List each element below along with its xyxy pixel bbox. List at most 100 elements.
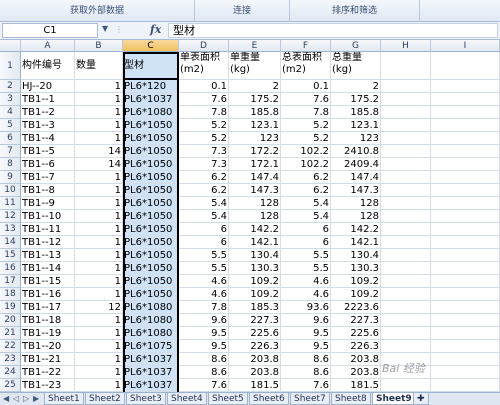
table-cell[interactable]: 6.2 xyxy=(179,171,229,184)
column-header-g[interactable]: G xyxy=(331,40,381,52)
insert-function-icon[interactable]: fx xyxy=(150,23,161,36)
header-cell[interactable]: 单表面积 (m2) xyxy=(179,52,229,80)
table-cell[interactable] xyxy=(381,93,431,106)
table-cell[interactable]: 7.3 xyxy=(179,158,229,171)
table-cell[interactable]: 12 xyxy=(75,301,123,314)
table-cell[interactable]: PL6*1075 xyxy=(123,340,179,353)
table-cell[interactable]: 6 xyxy=(281,236,331,249)
row-header-23[interactable]: 23 xyxy=(0,353,21,366)
table-cell[interactable]: 9.5 xyxy=(281,340,331,353)
first-sheet-nav-icon[interactable]: ◀ xyxy=(3,394,9,403)
table-cell[interactable] xyxy=(431,249,500,262)
table-cell[interactable] xyxy=(381,379,431,392)
select-all-corner[interactable] xyxy=(0,40,21,52)
table-cell[interactable]: 1 xyxy=(75,262,123,275)
row-header-12[interactable]: 12 xyxy=(0,210,21,223)
table-cell[interactable]: 172.1 xyxy=(229,158,281,171)
table-cell[interactable] xyxy=(381,80,431,93)
table-cell[interactable]: PL6*1050 xyxy=(123,288,179,301)
table-cell[interactable] xyxy=(431,353,500,366)
table-cell[interactable]: 0.1 xyxy=(281,80,331,93)
table-cell[interactable] xyxy=(381,223,431,236)
table-cell[interactable]: 142.2 xyxy=(331,223,381,236)
table-cell[interactable]: 1 xyxy=(75,171,123,184)
table-cell[interactable]: TB1--5 xyxy=(21,145,75,158)
table-cell[interactable]: 123.1 xyxy=(331,119,381,132)
row-header-6[interactable]: 6 xyxy=(0,132,21,145)
table-cell[interactable]: PL6*1037 xyxy=(123,93,179,106)
table-cell[interactable] xyxy=(381,314,431,327)
table-cell[interactable] xyxy=(381,158,431,171)
sheet-tab-sheet2[interactable]: Sheet2 xyxy=(85,393,125,405)
table-cell[interactable]: 128 xyxy=(229,210,281,223)
table-cell[interactable]: PL6*1050 xyxy=(123,223,179,236)
row-header-15[interactable]: 15 xyxy=(0,249,21,262)
table-cell[interactable]: TB1--19 xyxy=(21,327,75,340)
table-cell[interactable]: 2 xyxy=(331,80,381,93)
table-cell[interactable] xyxy=(381,106,431,119)
table-cell[interactable]: 4.6 xyxy=(179,275,229,288)
row-header-13[interactable]: 13 xyxy=(0,223,21,236)
table-cell[interactable] xyxy=(381,262,431,275)
table-cell[interactable]: 5.5 xyxy=(281,262,331,275)
table-cell[interactable]: 175.2 xyxy=(331,93,381,106)
table-cell[interactable] xyxy=(381,288,431,301)
table-cell[interactable]: TB1--14 xyxy=(21,262,75,275)
row-header-9[interactable]: 9 xyxy=(0,171,21,184)
table-cell[interactable]: 2410.8 xyxy=(331,145,381,158)
insert-sheet-icon[interactable]: ✚ xyxy=(413,393,429,405)
table-cell[interactable]: TB1--18 xyxy=(21,314,75,327)
table-cell[interactable]: 5.2 xyxy=(179,119,229,132)
table-cell[interactable]: 102.2 xyxy=(281,158,331,171)
column-header-h[interactable]: H xyxy=(381,40,431,52)
table-cell[interactable]: 1 xyxy=(75,93,123,106)
table-cell[interactable]: TB1--17 xyxy=(21,301,75,314)
table-cell[interactable] xyxy=(431,132,500,145)
table-cell[interactable]: PL6*1080 xyxy=(123,314,179,327)
table-cell[interactable]: 5.4 xyxy=(281,210,331,223)
table-cell[interactable] xyxy=(381,197,431,210)
table-cell[interactable]: 130.4 xyxy=(229,249,281,262)
table-cell[interactable]: 6.2 xyxy=(281,184,331,197)
table-cell[interactable]: 5.4 xyxy=(179,197,229,210)
ribbon-group-sort-filter[interactable]: 排序和筛选 xyxy=(290,0,420,22)
column-header-c[interactable]: C xyxy=(123,40,179,52)
table-cell[interactable] xyxy=(431,119,500,132)
table-cell[interactable]: TB1--1 xyxy=(21,93,75,106)
table-cell[interactable]: 225.6 xyxy=(229,327,281,340)
header-cell[interactable] xyxy=(381,52,431,80)
table-cell[interactable]: 226.3 xyxy=(229,340,281,353)
table-cell[interactable] xyxy=(381,171,431,184)
table-cell[interactable] xyxy=(431,301,500,314)
prev-sheet-nav-icon[interactable]: ◁ xyxy=(13,394,19,403)
table-cell[interactable]: 226.3 xyxy=(331,340,381,353)
table-cell[interactable]: 7.8 xyxy=(179,301,229,314)
table-cell[interactable] xyxy=(431,106,500,119)
column-header-d[interactable]: D xyxy=(179,40,229,52)
table-cell[interactable] xyxy=(431,236,500,249)
table-cell[interactable]: 147.4 xyxy=(331,171,381,184)
header-cell[interactable]: 总表面积 (m2) xyxy=(281,52,331,80)
table-cell[interactable]: PL6*1080 xyxy=(123,301,179,314)
table-cell[interactable]: 1 xyxy=(75,379,123,392)
table-cell[interactable] xyxy=(381,301,431,314)
table-cell[interactable]: 123.1 xyxy=(229,119,281,132)
table-cell[interactable]: 227.3 xyxy=(331,314,381,327)
table-cell[interactable]: 181.5 xyxy=(229,379,281,392)
table-cell[interactable] xyxy=(431,366,500,379)
table-cell[interactable]: 5.5 xyxy=(179,262,229,275)
table-cell[interactable]: 130.3 xyxy=(229,262,281,275)
next-sheet-nav-icon[interactable]: ▷ xyxy=(23,394,29,403)
table-cell[interactable]: PL6*1037 xyxy=(123,366,179,379)
table-cell[interactable]: PL6*1080 xyxy=(123,327,179,340)
table-cell[interactable]: 7.6 xyxy=(179,93,229,106)
table-cell[interactable]: 1 xyxy=(75,197,123,210)
table-cell[interactable]: 6 xyxy=(179,236,229,249)
table-cell[interactable]: TB1--9 xyxy=(21,197,75,210)
table-cell[interactable]: PL6*1050 xyxy=(123,275,179,288)
table-cell[interactable]: PL6*1050 xyxy=(123,158,179,171)
row-header-8[interactable]: 8 xyxy=(0,158,21,171)
table-cell[interactable]: PL6*1050 xyxy=(123,236,179,249)
table-cell[interactable]: 185.3 xyxy=(229,301,281,314)
table-cell[interactable]: 8.6 xyxy=(281,353,331,366)
